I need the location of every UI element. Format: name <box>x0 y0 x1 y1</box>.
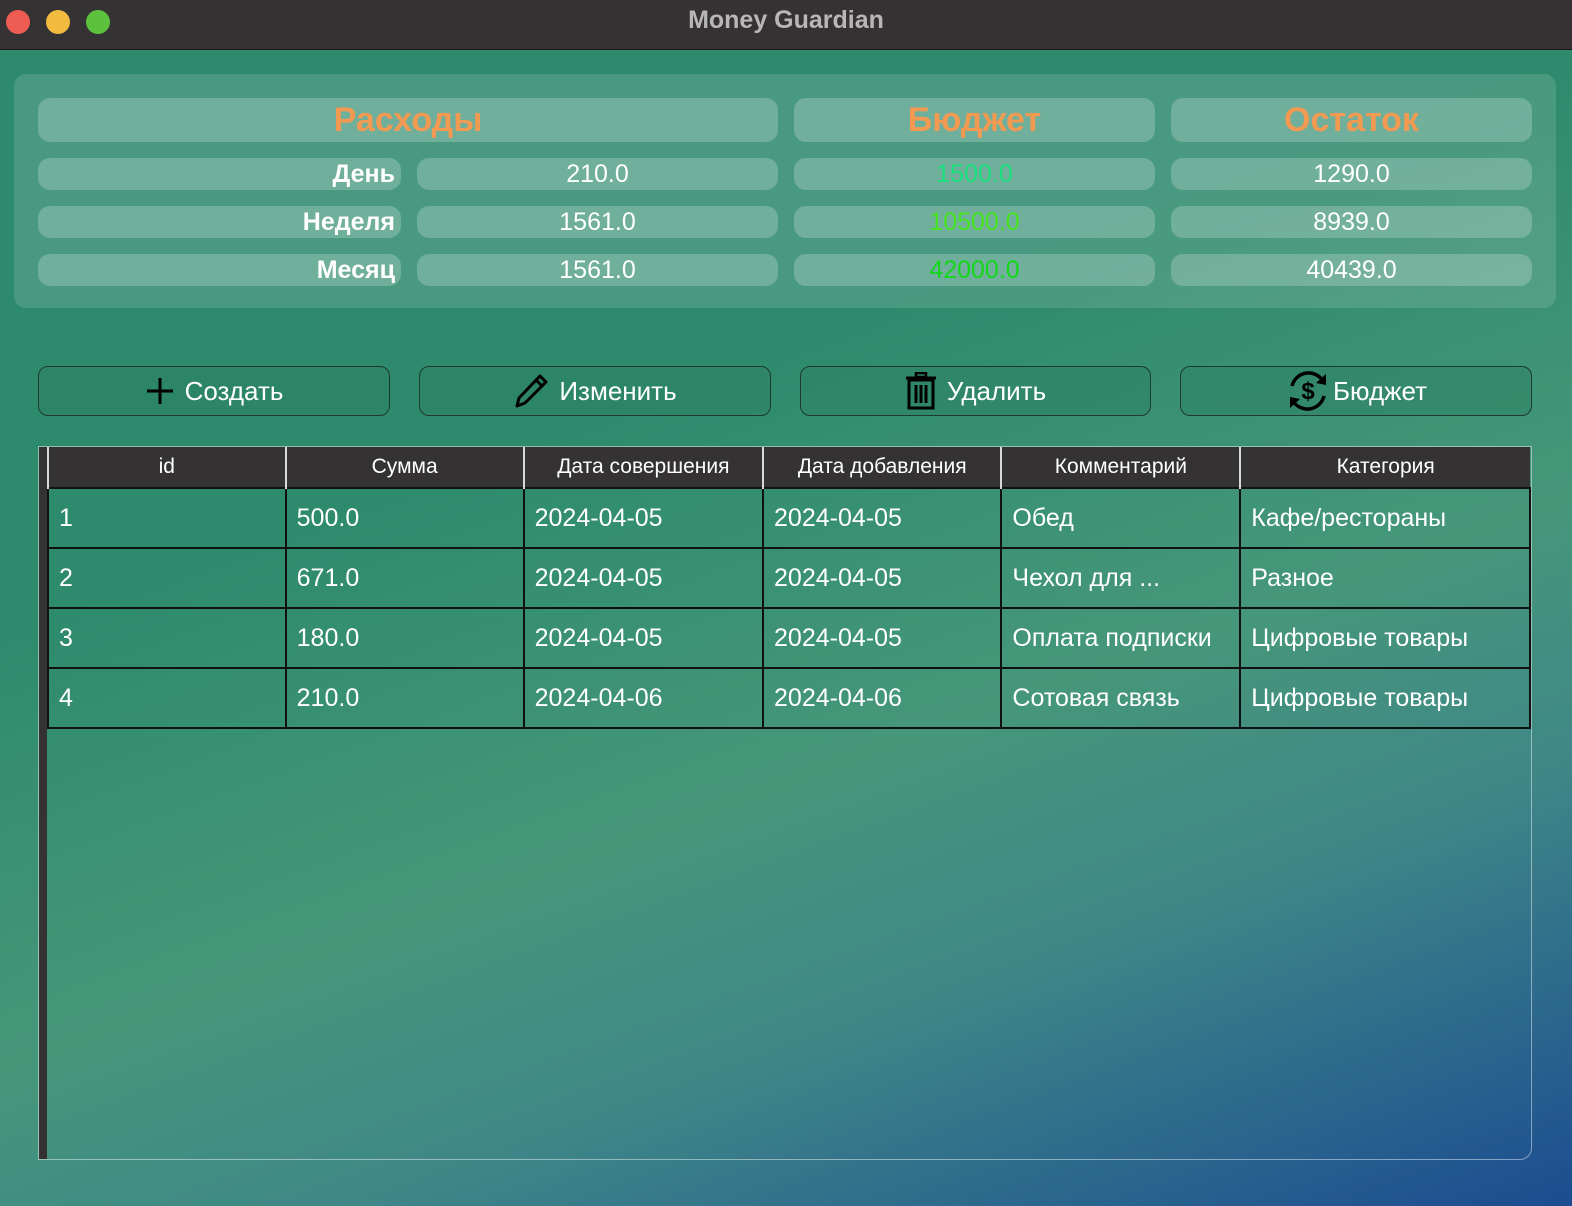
cell-amount[interactable]: 500.0 <box>284 487 525 549</box>
table-row[interactable]: 1 500.0 2024-04-05 2024-04-05 Обед Кафе/… <box>47 487 1531 549</box>
table-row[interactable]: 2 671.0 2024-04-05 2024-04-05 Чехол для … <box>47 547 1531 609</box>
budget-button-label: Бюджет <box>1332 375 1428 406</box>
table-row[interactable]: 3 180.0 2024-04-05 2024-04-05 Оплата под… <box>47 607 1531 669</box>
cell-id[interactable]: 1 <box>47 487 287 549</box>
cell-category[interactable]: Разное <box>1239 547 1531 609</box>
transactions-grid: id Сумма Дата совершения Дата добавления… <box>47 447 1531 729</box>
day-budget-value: 1500.0 <box>794 158 1155 190</box>
column-header-id[interactable]: id <box>47 447 286 488</box>
day-label: День <box>38 158 401 190</box>
cell-amount[interactable]: 180.0 <box>284 607 525 669</box>
cell-added-date[interactable]: 2024-04-05 <box>762 547 1003 609</box>
table-row[interactable]: 4 210.0 2024-04-06 2024-04-06 Сотовая св… <box>47 667 1531 729</box>
column-header-comment[interactable]: Комментарий <box>1000 447 1241 488</box>
table-header-row: id Сумма Дата совершения Дата добавления… <box>47 447 1530 488</box>
cell-id[interactable]: 4 <box>47 667 287 729</box>
cell-category[interactable]: Кафе/рестораны <box>1239 487 1531 549</box>
cell-added-date[interactable]: 2024-04-06 <box>762 667 1003 729</box>
cell-comment[interactable]: Чехол для ... <box>1000 547 1242 609</box>
create-button-label: Создать <box>184 375 284 406</box>
cell-id[interactable]: 2 <box>47 547 287 609</box>
column-header-added-date[interactable]: Дата добавления <box>762 447 1002 488</box>
month-expenses-value: 1561.0 <box>417 254 778 286</box>
remainder-header: Остаток <box>1171 98 1532 142</box>
budget-button[interactable]: $ Бюджет <box>1180 366 1532 416</box>
cell-added-date[interactable]: 2024-04-05 <box>762 487 1003 549</box>
budget-header: Бюджет <box>794 98 1155 142</box>
cell-comment[interactable]: Оплата подписки <box>1000 607 1242 669</box>
month-remainder-value: 40439.0 <box>1171 254 1532 286</box>
transactions-table[interactable]: id Сумма Дата совершения Дата добавления… <box>38 446 1532 1160</box>
delete-button-label: Удалить <box>946 375 1047 406</box>
cell-category[interactable]: Цифровые товары <box>1239 667 1531 729</box>
title-bar: Money Guardian <box>0 0 1572 50</box>
cell-comment[interactable]: Обед <box>1000 487 1242 549</box>
delete-button[interactable]: Удалить <box>800 366 1151 416</box>
create-button[interactable]: Создать <box>38 366 390 416</box>
edit-button[interactable]: Изменить <box>419 366 771 416</box>
day-remainder-value: 1290.0 <box>1171 158 1532 190</box>
summary-panel: Расходы Бюджет Остаток День 210.0 1500.0… <box>14 74 1556 308</box>
edit-button-label: Изменить <box>559 375 677 406</box>
trash-icon <box>905 372 936 410</box>
month-budget-value: 42000.0 <box>794 254 1155 286</box>
cell-transaction-date[interactable]: 2024-04-05 <box>522 547 765 609</box>
week-expenses-value: 1561.0 <box>417 206 778 238</box>
week-remainder-value: 8939.0 <box>1171 206 1532 238</box>
cell-added-date[interactable]: 2024-04-05 <box>762 607 1003 669</box>
table-vertical-header <box>39 447 47 1159</box>
column-header-transaction-date[interactable]: Дата совершения <box>522 447 764 488</box>
pencil-icon <box>515 374 548 408</box>
cell-comment[interactable]: Сотовая связь <box>1000 667 1242 729</box>
plus-icon <box>146 378 173 404</box>
cell-amount[interactable]: 210.0 <box>284 667 525 729</box>
month-label: Месяц <box>38 254 401 286</box>
column-header-amount[interactable]: Сумма <box>284 447 524 488</box>
svg-text:$: $ <box>1301 378 1315 405</box>
window-title: Money Guardian <box>688 6 884 34</box>
cell-amount[interactable]: 671.0 <box>284 547 525 609</box>
cell-id[interactable]: 3 <box>47 607 287 669</box>
cell-transaction-date[interactable]: 2024-04-05 <box>522 487 765 549</box>
week-label: Неделя <box>38 206 401 238</box>
day-expenses-value: 210.0 <box>417 158 778 190</box>
week-budget-value: 10500.0 <box>794 206 1155 238</box>
cell-category[interactable]: Цифровые товары <box>1239 607 1531 669</box>
cell-transaction-date[interactable]: 2024-04-06 <box>522 667 765 729</box>
expenses-header: Расходы <box>38 98 778 142</box>
cell-transaction-date[interactable]: 2024-04-05 <box>522 607 765 669</box>
column-header-category[interactable]: Категория <box>1239 447 1530 488</box>
dollar-refresh-icon: $ <box>1289 371 1326 411</box>
